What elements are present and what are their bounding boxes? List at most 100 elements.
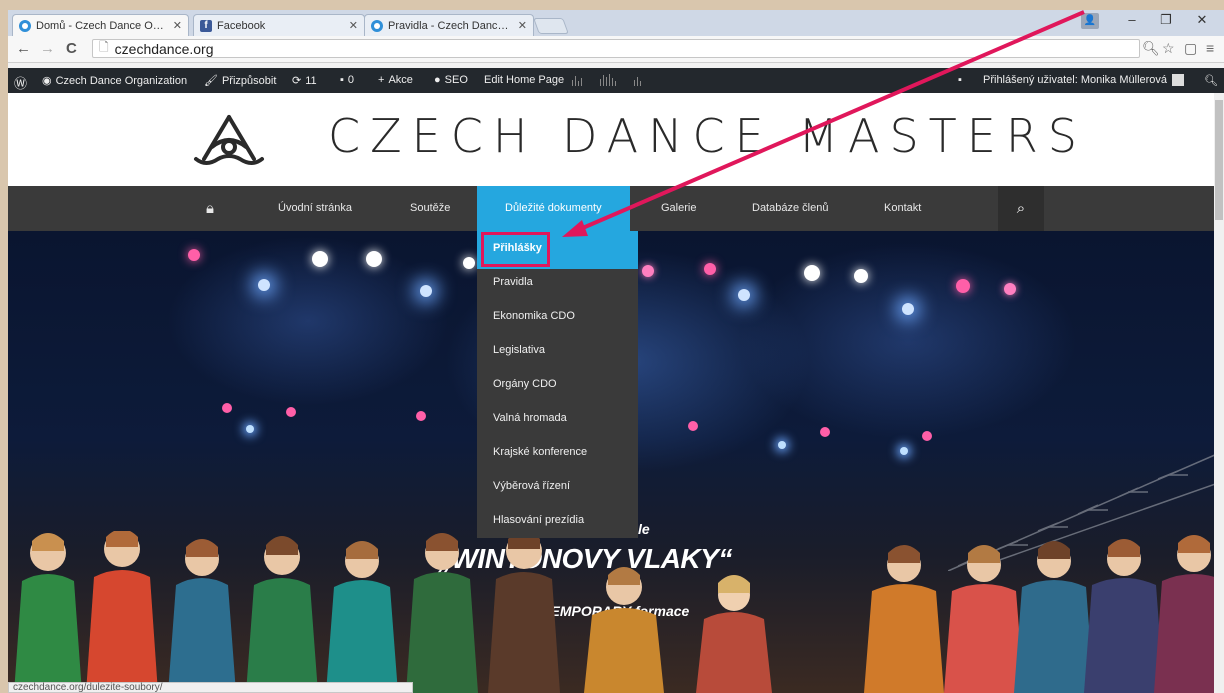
stage-light: [956, 279, 970, 293]
forward-icon[interactable]: →: [40, 40, 55, 57]
admin-new[interactable]: + Akce: [378, 74, 413, 86]
profile-icon[interactable]: 👤: [1081, 13, 1099, 29]
nav-item-documents[interactable]: Důležité dokumenty: [477, 186, 630, 231]
facebook-icon: f: [200, 19, 212, 32]
stage-light: [820, 427, 830, 437]
stage-light: [258, 279, 270, 291]
address-bar: ← → C 🗋 czechdance.org 🔍︎ ☆ ▢ ≡: [8, 36, 1224, 63]
notification-icon: ▪: [958, 74, 962, 86]
admin-customize[interactable]: 🖌︎ Přizpůsobit: [204, 74, 276, 87]
url-input[interactable]: 🗋 czechdance.org: [92, 39, 1140, 58]
lock-icon[interactable]: 🔒︎: [206, 186, 214, 231]
wordpress-icon[interactable]: Ⓦ: [14, 73, 27, 92]
extension-icon[interactable]: ▢: [1184, 40, 1197, 57]
bookmark-star-icon[interactable]: ☆: [1162, 40, 1175, 57]
admin-seo[interactable]: ● SEO: [434, 74, 468, 86]
seo-label: SEO: [444, 74, 468, 86]
stage-light: [222, 403, 232, 413]
brush-icon: 🖌︎: [204, 75, 218, 87]
dancer: [584, 567, 664, 693]
restore-icon[interactable]: ❐: [1152, 12, 1180, 28]
dropdown-item-economics[interactable]: Ekonomika CDO: [493, 310, 575, 322]
annotation-highlight-box: [481, 232, 550, 267]
new-label: Akce: [388, 74, 413, 86]
dropdown-item-legislation[interactable]: Legislativa: [493, 344, 545, 356]
stage-light: [854, 269, 868, 283]
dropdown-item-general-assembly[interactable]: Valná hromada: [493, 412, 567, 424]
stage-light: [463, 257, 475, 269]
nav-item-contact[interactable]: Kontakt: [884, 186, 921, 231]
tab-domu[interactable]: Domů - Czech Dance Orga ✕: [12, 14, 189, 36]
menu-icon[interactable]: ≡: [1206, 40, 1214, 56]
stage-light: [642, 265, 654, 277]
nav-item-competitions[interactable]: Soutěže: [410, 186, 450, 231]
close-window-icon[interactable]: ✕: [1188, 12, 1216, 28]
site-header: CZECH DANCE MASTERS: [8, 93, 1224, 186]
edit-label: Edit Home Page: [484, 74, 565, 86]
updates-icon: ⟳: [292, 75, 302, 87]
dancer: [944, 545, 1024, 693]
stage-light: [738, 289, 750, 301]
stage-light: [778, 441, 786, 449]
admin-edit-page[interactable]: Edit Home Page: [484, 74, 564, 86]
nav-item-members[interactable]: Databáze členů: [752, 186, 828, 231]
scrollbar-thumb[interactable]: [1215, 100, 1223, 220]
comment-icon: ▪: [340, 74, 344, 86]
new-tab-button[interactable]: [533, 18, 569, 34]
search-icon[interactable]: ⌕: [998, 186, 1044, 231]
dropdown-item-tenders[interactable]: Výběrová řízení: [493, 480, 570, 492]
site-title[interactable]: CZECH DANCE MASTERS: [328, 109, 1087, 163]
stage-light: [416, 411, 426, 421]
dancer: [86, 531, 158, 693]
admin-updates[interactable]: ⟳ 11: [292, 74, 317, 87]
nav-item-gallery[interactable]: Galerie: [661, 186, 696, 231]
back-icon[interactable]: ←: [16, 40, 31, 57]
dancer: [1014, 541, 1094, 693]
admin-comments[interactable]: ▪ 0: [340, 74, 354, 86]
close-icon[interactable]: ✕: [173, 19, 182, 32]
reload-icon[interactable]: C: [66, 40, 77, 57]
tab-facebook[interactable]: f Facebook ✕: [193, 14, 365, 36]
chrome-globe-icon: [19, 19, 31, 32]
dancer: [406, 533, 478, 693]
dropdown-item-bodies[interactable]: Orgány CDO: [493, 378, 557, 390]
dance-logo-icon[interactable]: [190, 113, 268, 176]
customize-label: Přizpůsobit: [221, 75, 277, 87]
close-icon[interactable]: ✕: [518, 19, 527, 32]
search-icon[interactable]: 🔍︎: [1204, 74, 1218, 87]
dashboard-icon: ◉: [42, 75, 52, 87]
plus-icon: +: [378, 74, 385, 86]
admin-user[interactable]: Přihlášený uživatel: Monika Müllerová: [983, 74, 1185, 87]
url-text: czechdance.org: [114, 40, 214, 57]
tab-title: Pravidla - Czech Dance Or: [388, 19, 512, 32]
dropdown-item-regional-conferences[interactable]: Krajské konference: [493, 446, 587, 458]
nav-item-home[interactable]: Úvodní stránka: [278, 186, 352, 231]
stage-light: [366, 251, 382, 267]
admin-site-name[interactable]: ◉ Czech Dance Organization: [42, 74, 187, 87]
admin-notifications[interactable]: ▪: [958, 74, 966, 86]
tab-title: Facebook: [217, 19, 266, 32]
stage-light: [1004, 283, 1016, 295]
main-nav: 🔒︎ Úvodní stránka Soutěže Důležité dokum…: [8, 186, 1224, 231]
stage-light: [688, 421, 698, 431]
zoom-icon[interactable]: 🔍︎: [1142, 40, 1160, 57]
page-icon: 🗋: [99, 40, 109, 54]
minimize-icon[interactable]: –: [1118, 12, 1146, 27]
dancer: [168, 539, 236, 693]
dancer: [488, 531, 560, 693]
stage-light: [804, 265, 820, 281]
documents-dropdown: Přihlášky Pravidla Ekonomika CDO Legisla…: [477, 231, 638, 538]
tab-pravidla[interactable]: Pravidla - Czech Dance Or ✕: [364, 14, 534, 36]
dropdown-item-rules[interactable]: Pravidla: [493, 276, 533, 288]
stats-sparkline-icon[interactable]: [570, 72, 660, 89]
chrome-globe-icon: [371, 19, 383, 32]
close-icon[interactable]: ✕: [349, 19, 358, 32]
avatar: [1172, 74, 1185, 87]
dropdown-item-presidium-vote[interactable]: Hlasování prezídia: [493, 514, 584, 526]
stage-light: [420, 285, 432, 297]
stage-light: [922, 431, 932, 441]
dancer: [864, 545, 944, 693]
status-bar: czechdance.org/dulezite-soubory/: [8, 682, 413, 693]
comments-count: 0: [347, 74, 355, 86]
stage-light: [188, 249, 200, 261]
